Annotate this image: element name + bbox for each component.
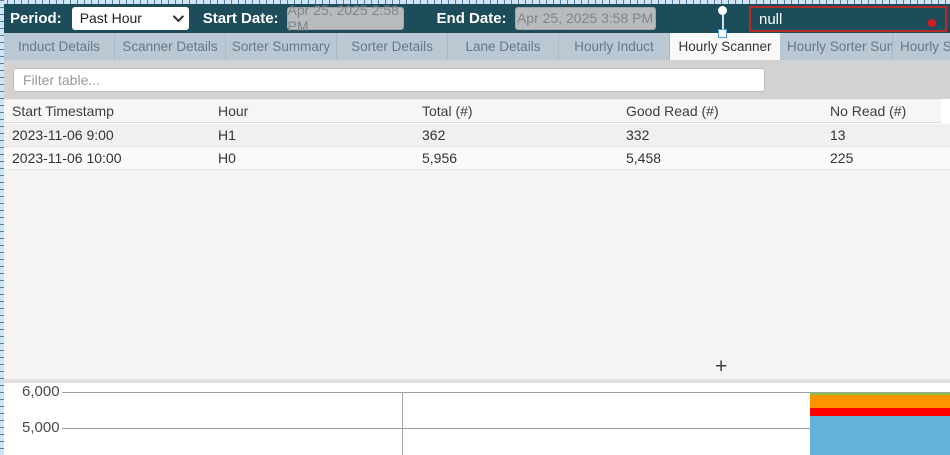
tab-lane-details[interactable]: Lane Details [448, 33, 559, 60]
table-row[interactable]: 2023-11-06 9:00 H1 362 332 13 [4, 124, 950, 147]
tab-hourly-induct[interactable]: Hourly Induct [559, 33, 670, 60]
tab-hourly-sorter-summary[interactable]: Hourly Sorter Summary [780, 33, 893, 60]
bar-segment-no-read [810, 408, 950, 416]
filter-table-input[interactable] [13, 68, 765, 92]
period-label: Period: [10, 10, 62, 27]
stacked-bar[interactable] [810, 393, 950, 455]
chevron-down-icon [172, 11, 183, 22]
y-axis-tick-5000: 5,000 [22, 419, 54, 435]
column-header-total[interactable]: Total (#) [414, 103, 618, 119]
column-header-no-read[interactable]: No Read (#) [822, 103, 950, 119]
period-dropdown-value: Past Hour [80, 10, 173, 26]
null-error-component[interactable]: null [749, 6, 947, 32]
selection-handle-square[interactable] [718, 29, 727, 38]
designer-ruler-top [0, 0, 950, 4]
tab-scanner-details[interactable]: Scanner Details [115, 33, 226, 60]
table-row[interactable]: 2023-11-06 10:00 H0 5,956 5,458 225 [4, 147, 950, 170]
tab-hourly-sorter[interactable]: Hourly Sort [893, 33, 950, 60]
tab-induct-details[interactable]: Induct Details [4, 33, 115, 60]
tab-bar: Induct Details Scanner Details Sorter Su… [4, 33, 950, 60]
error-dot-icon [928, 19, 936, 27]
bar-segment-good-read [810, 416, 950, 455]
designer-anchor-plus-icon[interactable]: + [715, 356, 727, 377]
bar-segment-orange [810, 395, 950, 408]
dashboard-view: Period: Past Hour Start Date: Apr 25, 20… [0, 0, 950, 455]
start-date-label: Start Date: [203, 10, 279, 27]
start-date-input[interactable]: Apr 25, 2025 2:58 PM [287, 7, 404, 30]
end-date-input[interactable]: Apr 25, 2025 3:58 PM [515, 7, 656, 30]
tab-sorter-summary[interactable]: Sorter Summary [226, 33, 337, 60]
table-empty-area [4, 170, 950, 379]
column-header-good-read[interactable]: Good Read (#) [618, 103, 822, 119]
period-dropdown[interactable]: Past Hour [72, 7, 189, 30]
null-error-text: null [759, 11, 782, 28]
selection-handle-circle[interactable] [718, 6, 727, 15]
tab-sorter-details[interactable]: Sorter Details [337, 33, 448, 60]
designer-ruler-left [0, 0, 4, 455]
column-header-hour[interactable]: Hour [210, 103, 414, 119]
y-axis-tick-6000: 6,000 [22, 383, 54, 399]
hourly-scanner-chart[interactable]: 6,000 5,000 [4, 383, 950, 455]
scrollbar-corner [941, 99, 950, 124]
filter-bar [4, 60, 950, 99]
gridline-vertical [402, 392, 403, 455]
column-header-start-timestamp[interactable]: Start Timestamp [4, 103, 210, 119]
end-date-label: End Date: [437, 10, 507, 27]
table-header: Start Timestamp Hour Total (#) Good Read… [4, 99, 950, 123]
